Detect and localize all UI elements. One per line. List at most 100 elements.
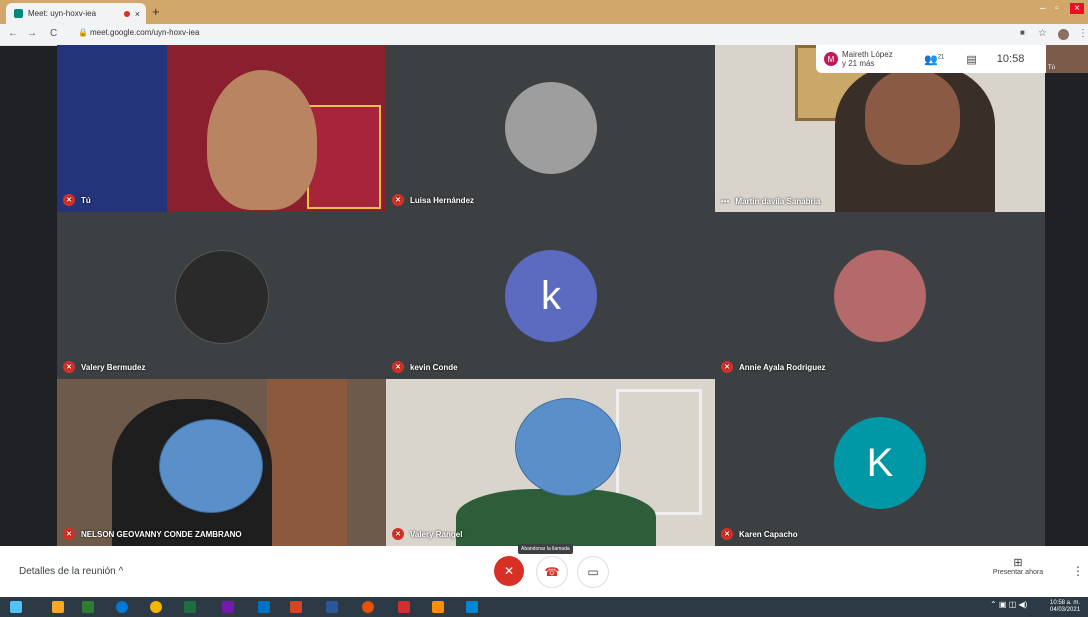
reload-button[interactable]: C bbox=[50, 28, 57, 39]
participant-namebar: ✕ Valery Bermudez bbox=[63, 361, 145, 373]
hangup-tooltip: Abandonar la llamada bbox=[518, 544, 573, 554]
meeting-info-panel: M Maireth López y 21 más 👥21 ▤ 10:58 bbox=[816, 45, 1046, 73]
tab-title: Meet: uyn-hoxv-iea bbox=[28, 9, 97, 18]
more-options-button[interactable]: ⋮ bbox=[1072, 564, 1084, 578]
people-button[interactable]: 👥21 bbox=[924, 53, 944, 66]
close-window-button[interactable]: × bbox=[1070, 3, 1084, 14]
minimize-button[interactable]: – bbox=[1040, 3, 1046, 14]
participant-tile[interactable]: ✕ Luisa Hernández bbox=[386, 45, 715, 212]
chrome-icon[interactable] bbox=[150, 601, 162, 613]
clock: 10:58 bbox=[996, 53, 1025, 65]
participant-name: Valery Rangel bbox=[410, 529, 463, 539]
mic-toggle-button[interactable]: ✕ bbox=[494, 556, 524, 586]
participant-letter-avatar: k bbox=[505, 250, 597, 342]
present-now-button[interactable]: ⊞ Presentar ahora bbox=[990, 556, 1046, 576]
participant-name: Annie Ayala Rodriguez bbox=[739, 362, 826, 372]
meeting-details-label: Detalles de la reunión bbox=[19, 566, 116, 577]
present-icon: ⊞ bbox=[1013, 557, 1023, 569]
outlook-icon[interactable] bbox=[258, 601, 270, 613]
url-field[interactable]: meet.google.com/uyn-hoxv-iea bbox=[90, 28, 199, 37]
mic-off-icon: ✕ bbox=[721, 528, 733, 540]
flag-background bbox=[57, 45, 167, 212]
forward-button[interactable]: → bbox=[27, 28, 37, 39]
participant-tile[interactable]: ✕ Annie Ayala Rodriguez bbox=[715, 212, 1045, 379]
meeting-controls-bar: Detalles de la reunión ^ Abandonar la ll… bbox=[0, 544, 1088, 597]
presenter-others: y 21 más bbox=[842, 59, 875, 68]
participant-namebar: ✕ Luisa Hernández bbox=[392, 194, 474, 206]
lock-icon: 🔒 bbox=[78, 28, 88, 37]
participant-photo-avatar bbox=[175, 250, 269, 344]
taskbar-clock[interactable]: 10:58 a. m. 04/03/2021 bbox=[1050, 600, 1080, 614]
participant-letter-avatar: K bbox=[834, 417, 926, 509]
presenter-avatar: M bbox=[824, 52, 838, 66]
chevron-up-icon: ^ bbox=[118, 566, 124, 577]
participant-tile[interactable]: K ✕ Karen Capacho bbox=[715, 379, 1045, 546]
camera-icon: ▭ bbox=[587, 565, 599, 579]
acrobat-icon[interactable] bbox=[398, 601, 410, 613]
mic-off-icon: ✕ bbox=[63, 528, 75, 540]
camera-toggle-button[interactable]: ▭ bbox=[577, 556, 609, 588]
participant-name: Tú bbox=[81, 195, 91, 205]
back-button[interactable]: ← bbox=[8, 28, 18, 39]
powerpoint-icon[interactable] bbox=[290, 601, 302, 613]
browser-tab[interactable]: Meet: uyn-hoxv-iea × bbox=[6, 3, 146, 24]
tab-close-button[interactable]: × bbox=[135, 9, 140, 19]
app-window-icon[interactable] bbox=[466, 601, 478, 613]
participant-name: Luisa Hernández bbox=[410, 195, 475, 205]
face-blur-circle bbox=[515, 398, 621, 496]
star-icon[interactable]: ☆ bbox=[1038, 28, 1047, 39]
participant-tile[interactable]: ✕ NELSON GEOVANNY CONDE ZAMBRANO bbox=[57, 379, 386, 546]
participant-namebar: ✕ Karen Capacho bbox=[721, 528, 798, 540]
participant-namebar: ••• Martin davila Sanabria bbox=[721, 197, 820, 206]
participant-name: kevin Conde bbox=[410, 362, 458, 372]
people-icon: 👥 bbox=[924, 53, 938, 66]
hangup-button[interactable]: ☎ bbox=[536, 556, 568, 588]
excel-icon[interactable] bbox=[184, 601, 196, 613]
mic-off-icon: ✕ bbox=[392, 361, 404, 373]
recording-dot-icon bbox=[123, 10, 130, 17]
maximize-button[interactable]: ▫ bbox=[1055, 3, 1059, 14]
presenter-name: Maireth López bbox=[842, 50, 893, 59]
person-uniform bbox=[456, 489, 656, 546]
participant-tile[interactable]: ✕ Valery Bermudez bbox=[57, 212, 386, 379]
app-icon[interactable] bbox=[362, 601, 374, 613]
mic-off-icon: ✕ bbox=[392, 528, 404, 540]
participant-tile[interactable]: k ✕ kevin Conde bbox=[386, 212, 715, 379]
edge-icon[interactable] bbox=[116, 601, 128, 613]
person-face bbox=[207, 70, 317, 210]
windows-start-icon[interactable] bbox=[10, 601, 22, 613]
chat-button[interactable]: ▤ bbox=[966, 53, 976, 66]
onenote-icon[interactable] bbox=[222, 601, 234, 613]
participant-name: Martin davila Sanabria bbox=[735, 197, 821, 206]
presenter-text: Maireth López y 21 más bbox=[842, 50, 912, 68]
meeting-details-button[interactable]: Detalles de la reunión ^ bbox=[19, 566, 123, 577]
mic-off-icon: ✕ bbox=[721, 361, 733, 373]
person-face bbox=[865, 70, 960, 165]
word-icon[interactable] bbox=[326, 601, 338, 613]
chat-icon: ▤ bbox=[966, 53, 977, 66]
participant-tile[interactable]: ✕ Tú bbox=[57, 45, 386, 212]
self-label: Tú bbox=[1048, 65, 1056, 71]
new-tab-button[interactable]: + bbox=[152, 4, 160, 19]
taskbar-time: 10:58 a. m. bbox=[1050, 600, 1081, 606]
participant-namebar: ✕ Tú bbox=[63, 194, 91, 206]
store-icon[interactable] bbox=[82, 601, 94, 613]
self-view-thumbnail[interactable]: Tú bbox=[1046, 45, 1088, 73]
participant-name: NELSON GEOVANNY CONDE ZAMBRANO bbox=[81, 529, 242, 539]
participant-namebar: ✕ Valery Rangel bbox=[392, 528, 462, 540]
file-explorer-icon[interactable] bbox=[52, 601, 64, 613]
profile-avatar[interactable] bbox=[1058, 29, 1069, 40]
browser-menu-icon[interactable]: ⋮ bbox=[1078, 28, 1088, 39]
present-label: Presentar ahora bbox=[992, 569, 1044, 576]
meet-favicon-icon bbox=[14, 9, 23, 18]
participant-photo-avatar bbox=[834, 250, 926, 342]
camera-indicator-icon: ■ bbox=[1020, 28, 1025, 37]
face-blur-circle bbox=[159, 419, 263, 513]
people-count: 21 bbox=[937, 53, 945, 60]
vlc-icon[interactable] bbox=[432, 601, 444, 613]
participant-namebar: ✕ NELSON GEOVANNY CONDE ZAMBRANO bbox=[63, 528, 242, 540]
participant-photo-avatar bbox=[505, 82, 597, 174]
system-tray-icons[interactable]: ⌃ ▣ ◫ ◀) bbox=[990, 600, 1027, 609]
more-options-icon[interactable]: ••• bbox=[721, 197, 729, 206]
participant-tile[interactable]: ✕ Valery Rangel bbox=[386, 379, 715, 546]
